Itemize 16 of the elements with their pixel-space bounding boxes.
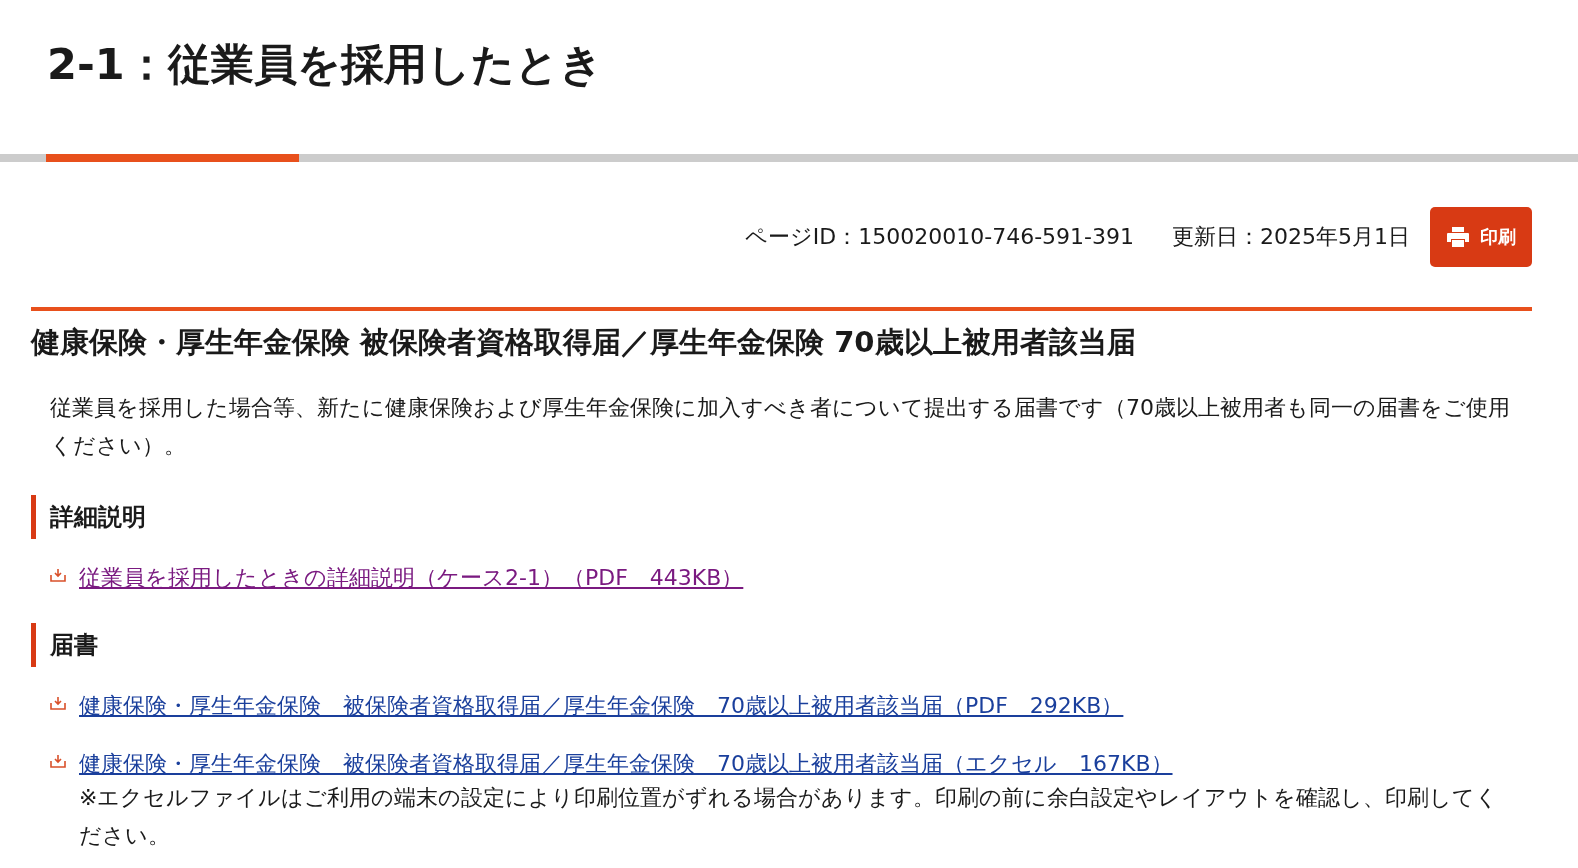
- intro-text: 従業員を採用した場合等、新たに健康保険および厚生年金保険に加入すべき者について提出する届書です（70歳以上被用者も同一の届書をご使用ください）。: [50, 394, 1511, 460]
- download-icon: [50, 696, 66, 710]
- download-icon: [50, 568, 66, 582]
- updated-date: 更新日：2025年5月1日: [1172, 223, 1410, 251]
- subsection-heading: 詳細説明: [31, 495, 1532, 539]
- download-link[interactable]: 健康保険・厚生年金保険 被保険者資格取得届／厚生年金保険 70歳以上被用者該当届（エクセル 167KB）: [79, 749, 1173, 779]
- section-heading: 健康保険・厚生年金保険 被保険者資格取得届／厚生年金保険 70歳以上被用者該当届: [31, 324, 1137, 361]
- print-button[interactable]: 印刷: [1430, 207, 1532, 267]
- note-text: ※エクセルファイルはご利用の端末の設定により印刷位置がずれる場合があります。印刷の前に余白設定やレイアウトを確認し、印刷してください。: [79, 784, 1500, 850]
- download-icon: [50, 754, 66, 768]
- page-title: 2-1：従業員を採用したとき: [46, 38, 604, 91]
- download-link[interactable]: 健康保険・厚生年金保険 被保険者資格取得届／厚生年金保険 70歳以上被用者該当届（PDF 292KB）: [79, 691, 1124, 721]
- subsection-heading: 届書: [31, 623, 1532, 667]
- printer-icon: [1446, 226, 1470, 248]
- page-id: ページID：150020010-746-591-391: [744, 223, 1134, 251]
- download-link[interactable]: 従業員を採用したときの詳細説明（ケース2-1）（PDF 443KB）: [79, 563, 744, 593]
